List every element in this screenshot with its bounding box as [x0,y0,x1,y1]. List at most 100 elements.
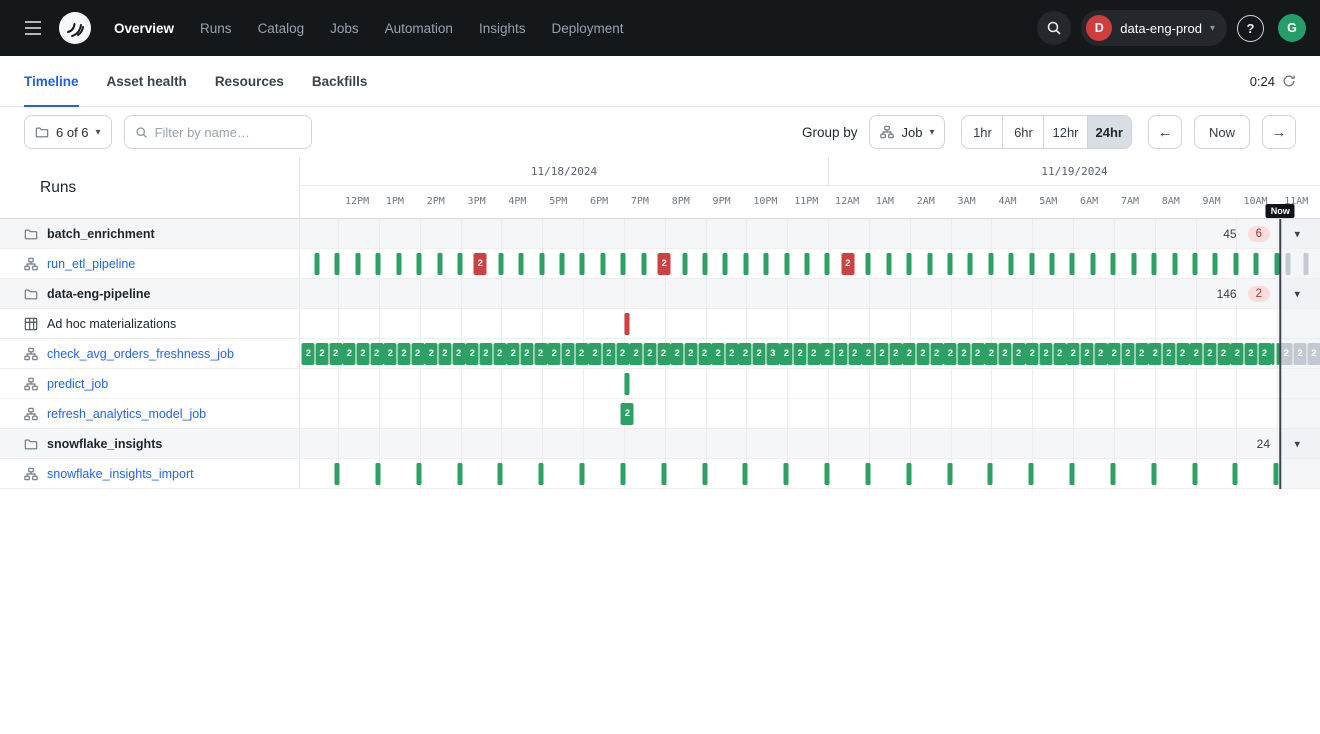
nav-item-runs[interactable]: Runs [200,21,232,36]
run-bar-success[interactable] [682,253,687,275]
run-bar-success[interactable] [1192,463,1197,485]
run-bar-success[interactable]: 2 [397,343,410,365]
run-bar-failure[interactable] [625,313,630,335]
run-bar-success[interactable]: 2 [1176,343,1189,365]
run-bar-success[interactable] [457,463,462,485]
run-bar-success[interactable] [376,253,381,275]
run-bar-success[interactable]: 2 [621,403,634,425]
run-bar-success[interactable] [621,253,626,275]
row-label-check-avg-orders-freshness-job[interactable]: check_avg_orders_freshness_job [47,347,234,361]
run-bar-success[interactable]: 2 [821,343,834,365]
run-bar-success[interactable]: 2 [384,343,397,365]
run-bar-success[interactable]: 2 [425,343,438,365]
run-bar-success[interactable]: 2 [698,343,711,365]
nav-item-insights[interactable]: Insights [479,21,526,36]
run-bar-success[interactable]: 2 [370,343,383,365]
run-bar-success[interactable] [1254,253,1259,275]
run-bar-success[interactable]: 2 [971,343,984,365]
run-bar-success[interactable] [1276,343,1279,365]
run-bar-success[interactable] [805,253,810,275]
run-bar-success[interactable]: 2 [903,343,916,365]
run-bar-success[interactable]: 2 [1080,343,1093,365]
run-bar-success[interactable]: 2 [493,343,506,365]
run-bar-success[interactable]: 2 [999,343,1012,365]
help-icon[interactable]: ? [1237,15,1264,42]
run-bar-success[interactable]: 2 [438,343,451,365]
expand-caret-icon[interactable] [1294,287,1300,300]
run-bar-success[interactable]: 2 [657,343,670,365]
run-bar-success[interactable] [743,463,748,485]
run-bar-future[interactable]: 2 [1294,343,1307,365]
run-bar-success[interactable] [1090,253,1095,275]
run-bar-success[interactable]: 2 [807,343,820,365]
run-bar-success[interactable]: 2 [548,343,561,365]
now-button[interactable]: Now [1194,115,1250,149]
run-bar-success[interactable] [927,253,932,275]
group-by-select[interactable]: Job [869,115,945,149]
run-bar-success[interactable] [764,253,769,275]
run-bar-success[interactable] [539,463,544,485]
run-bar-success[interactable]: 2 [1053,343,1066,365]
run-bar-success[interactable] [1110,463,1115,485]
run-bar-success[interactable] [1233,463,1238,485]
run-bar-failure[interactable]: 2 [841,253,854,275]
range-button-6hr[interactable]: 6hr [1002,115,1044,149]
run-bar-future[interactable] [1303,253,1308,275]
search-button[interactable] [1037,11,1071,45]
run-bar-future[interactable]: 2 [1307,343,1320,365]
filter-input[interactable] [155,125,301,140]
run-bar-success[interactable]: 2 [1121,343,1134,365]
run-bar-success[interactable] [1192,253,1197,275]
run-bar-success[interactable] [784,253,789,275]
dagster-logo-icon[interactable] [58,11,92,45]
run-bar-success[interactable]: 2 [520,343,533,365]
run-bar-success[interactable]: 2 [1026,343,1039,365]
run-bar-success[interactable]: 2 [575,343,588,365]
run-bar-success[interactable] [1272,343,1275,365]
run-bar-success[interactable] [1151,463,1156,485]
run-bar-success[interactable] [437,253,442,275]
run-bar-failure[interactable]: 2 [658,253,671,275]
group-row-snowflake-insights[interactable]: snowflake_insights24 [0,429,1320,459]
run-bar-success[interactable] [1070,253,1075,275]
run-bar-success[interactable] [1111,253,1116,275]
run-bar-success[interactable] [968,253,973,275]
row-label-snowflake-insights-import[interactable]: snowflake_insights_import [47,467,194,481]
run-bar-success[interactable] [1152,253,1157,275]
run-bar-success[interactable] [416,463,421,485]
run-bar-success[interactable] [315,253,320,275]
run-bar-success[interactable]: 2 [1149,343,1162,365]
range-button-24hr[interactable]: 24hr [1087,115,1132,149]
group-row-batch-enrichment[interactable]: batch_enrichment456 [0,219,1320,249]
run-bar-success[interactable] [1274,463,1279,485]
run-bar-success[interactable]: 2 [343,343,356,365]
row-label-predict-job[interactable]: predict_job [47,377,108,391]
run-bar-success[interactable]: 2 [794,343,807,365]
tab-backfills[interactable]: Backfills [312,56,368,106]
run-bar-success[interactable] [723,253,728,275]
run-bar-success[interactable]: 2 [602,343,615,365]
prev-window-button[interactable]: ← [1148,115,1182,149]
run-bar-success[interactable] [335,463,340,485]
run-bar-success[interactable] [620,463,625,485]
run-bar-success[interactable] [1172,253,1177,275]
run-bar-success[interactable] [743,253,748,275]
group-row-data-eng-pipeline[interactable]: data-eng-pipeline1462 [0,279,1320,309]
run-bar-success[interactable]: 2 [507,343,520,365]
run-bar-success[interactable] [355,253,360,275]
nav-item-catalog[interactable]: Catalog [258,21,305,36]
run-bar-success[interactable]: 2 [357,343,370,365]
run-bar-success[interactable] [907,253,912,275]
run-bar-success[interactable]: 2 [1012,343,1025,365]
nav-item-overview[interactable]: Overview [114,21,174,36]
run-bar-success[interactable] [580,463,585,485]
run-bar-success[interactable] [375,463,380,485]
run-bar-success[interactable]: 2 [479,343,492,365]
run-bar-success[interactable]: 2 [329,343,342,365]
run-bar-success[interactable] [947,463,952,485]
run-bar-success[interactable]: 2 [985,343,998,365]
run-bar-success[interactable]: 2 [958,343,971,365]
run-bar-success[interactable] [1233,253,1238,275]
run-bar-success[interactable] [947,253,952,275]
run-bar-success[interactable] [784,463,789,485]
